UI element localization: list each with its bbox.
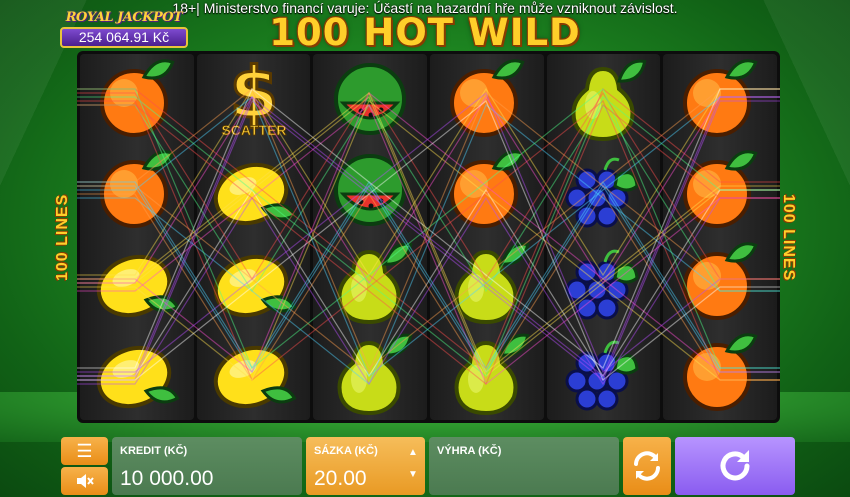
credit-value: 10 000.00 (120, 467, 214, 490)
lemon-icon (96, 346, 180, 409)
orange-icon (683, 333, 758, 412)
lines-label-left: 100 LINES (54, 193, 71, 282)
reel-4 (430, 54, 544, 420)
orange-icon (683, 150, 758, 229)
autoplay-button[interactable] (623, 437, 671, 495)
bet-panel: SÁZKA (KČ) 20.00 ▲ ▼ (306, 437, 425, 495)
orange-icon (683, 242, 758, 320)
grapes-symbol (547, 329, 661, 421)
scatter-symbol: $ SCATTER (197, 54, 311, 146)
lines-label-right: 100 LINES (780, 193, 797, 282)
orange-symbol (80, 54, 194, 146)
lemon-symbol (80, 329, 194, 421)
reel-3 (313, 54, 428, 421)
autoplay-arrows-icon (634, 451, 660, 481)
menu-button[interactable]: ☰ (61, 437, 108, 465)
watermelon-icon (334, 154, 407, 227)
watermelon-symbol (313, 54, 427, 146)
orange-icon (449, 150, 525, 229)
triangle-up-icon: ▲ (408, 446, 418, 458)
lemon-symbol (80, 237, 194, 329)
control-bar: ☰ KREDIT (KČ) 10 000.00 SÁZKA (KČ) 20.00… (0, 434, 850, 497)
orange-symbol (663, 54, 777, 146)
lemon-symbol (197, 237, 311, 329)
credit-panel: KREDIT (KČ) 10 000.00 (112, 437, 302, 495)
pear-symbol (430, 237, 544, 329)
lemon-icon (213, 254, 296, 317)
lemon-symbol (197, 329, 311, 421)
orange-symbol (80, 146, 194, 238)
bet-label: SÁZKA (KČ) (314, 445, 378, 457)
grapes-symbol (547, 146, 661, 238)
credit-label: KREDIT (KČ) (120, 445, 188, 457)
win-panel: VÝHRA (KČ) (429, 437, 619, 495)
grapes-icon (565, 157, 639, 228)
hamburger-icon: ☰ (76, 440, 93, 461)
orange-symbol (430, 146, 544, 238)
pear-icon (337, 242, 413, 324)
watermelon-symbol (313, 146, 427, 238)
orange-icon (99, 150, 175, 229)
spin-arrow-icon (720, 450, 750, 481)
orange-icon (99, 59, 175, 137)
pear-symbol (313, 237, 427, 329)
scatter-label: SCATTER (221, 122, 286, 138)
orange-symbol (663, 146, 777, 238)
pear-symbol (430, 329, 544, 421)
lemon-icon (213, 163, 296, 226)
lemon-symbol (197, 146, 311, 238)
grapes-symbol (547, 237, 661, 329)
game-title: 100 HOT WILD (269, 11, 581, 54)
watermelon-icon (334, 62, 407, 135)
orange-symbol (663, 237, 777, 329)
orange-icon (683, 59, 758, 137)
sound-button[interactable] (61, 467, 108, 495)
reel-2: $ SCATTER (196, 54, 311, 421)
reel-6 (663, 54, 778, 421)
bet-decrease-button[interactable]: ▼ (406, 467, 420, 481)
pear-symbol (313, 329, 427, 421)
reel-grid: $ SCATTER (77, 51, 780, 423)
triangle-down-icon: ▼ (408, 468, 418, 480)
orange-icon (449, 59, 525, 137)
orange-symbol (663, 329, 777, 421)
pear-icon (337, 333, 413, 416)
lemon-icon (213, 346, 296, 409)
bet-increase-button[interactable]: ▲ (406, 445, 420, 459)
pear-symbol (547, 54, 661, 146)
scatter-icon: $SCATTER (221, 59, 287, 138)
grapes-icon (565, 340, 639, 411)
win-label: VÝHRA (KČ) (437, 445, 502, 457)
speaker-muted-icon (76, 474, 94, 488)
orange-symbol (430, 54, 544, 146)
reel-5 (546, 54, 661, 421)
spin-button[interactable] (675, 437, 795, 495)
bet-value: 20.00 (314, 467, 367, 490)
lemon-icon (96, 254, 180, 317)
pear-icon (571, 59, 646, 141)
pear-icon (454, 242, 530, 324)
grapes-icon (565, 249, 639, 320)
reel-1 (80, 54, 194, 420)
pear-icon (454, 333, 530, 416)
